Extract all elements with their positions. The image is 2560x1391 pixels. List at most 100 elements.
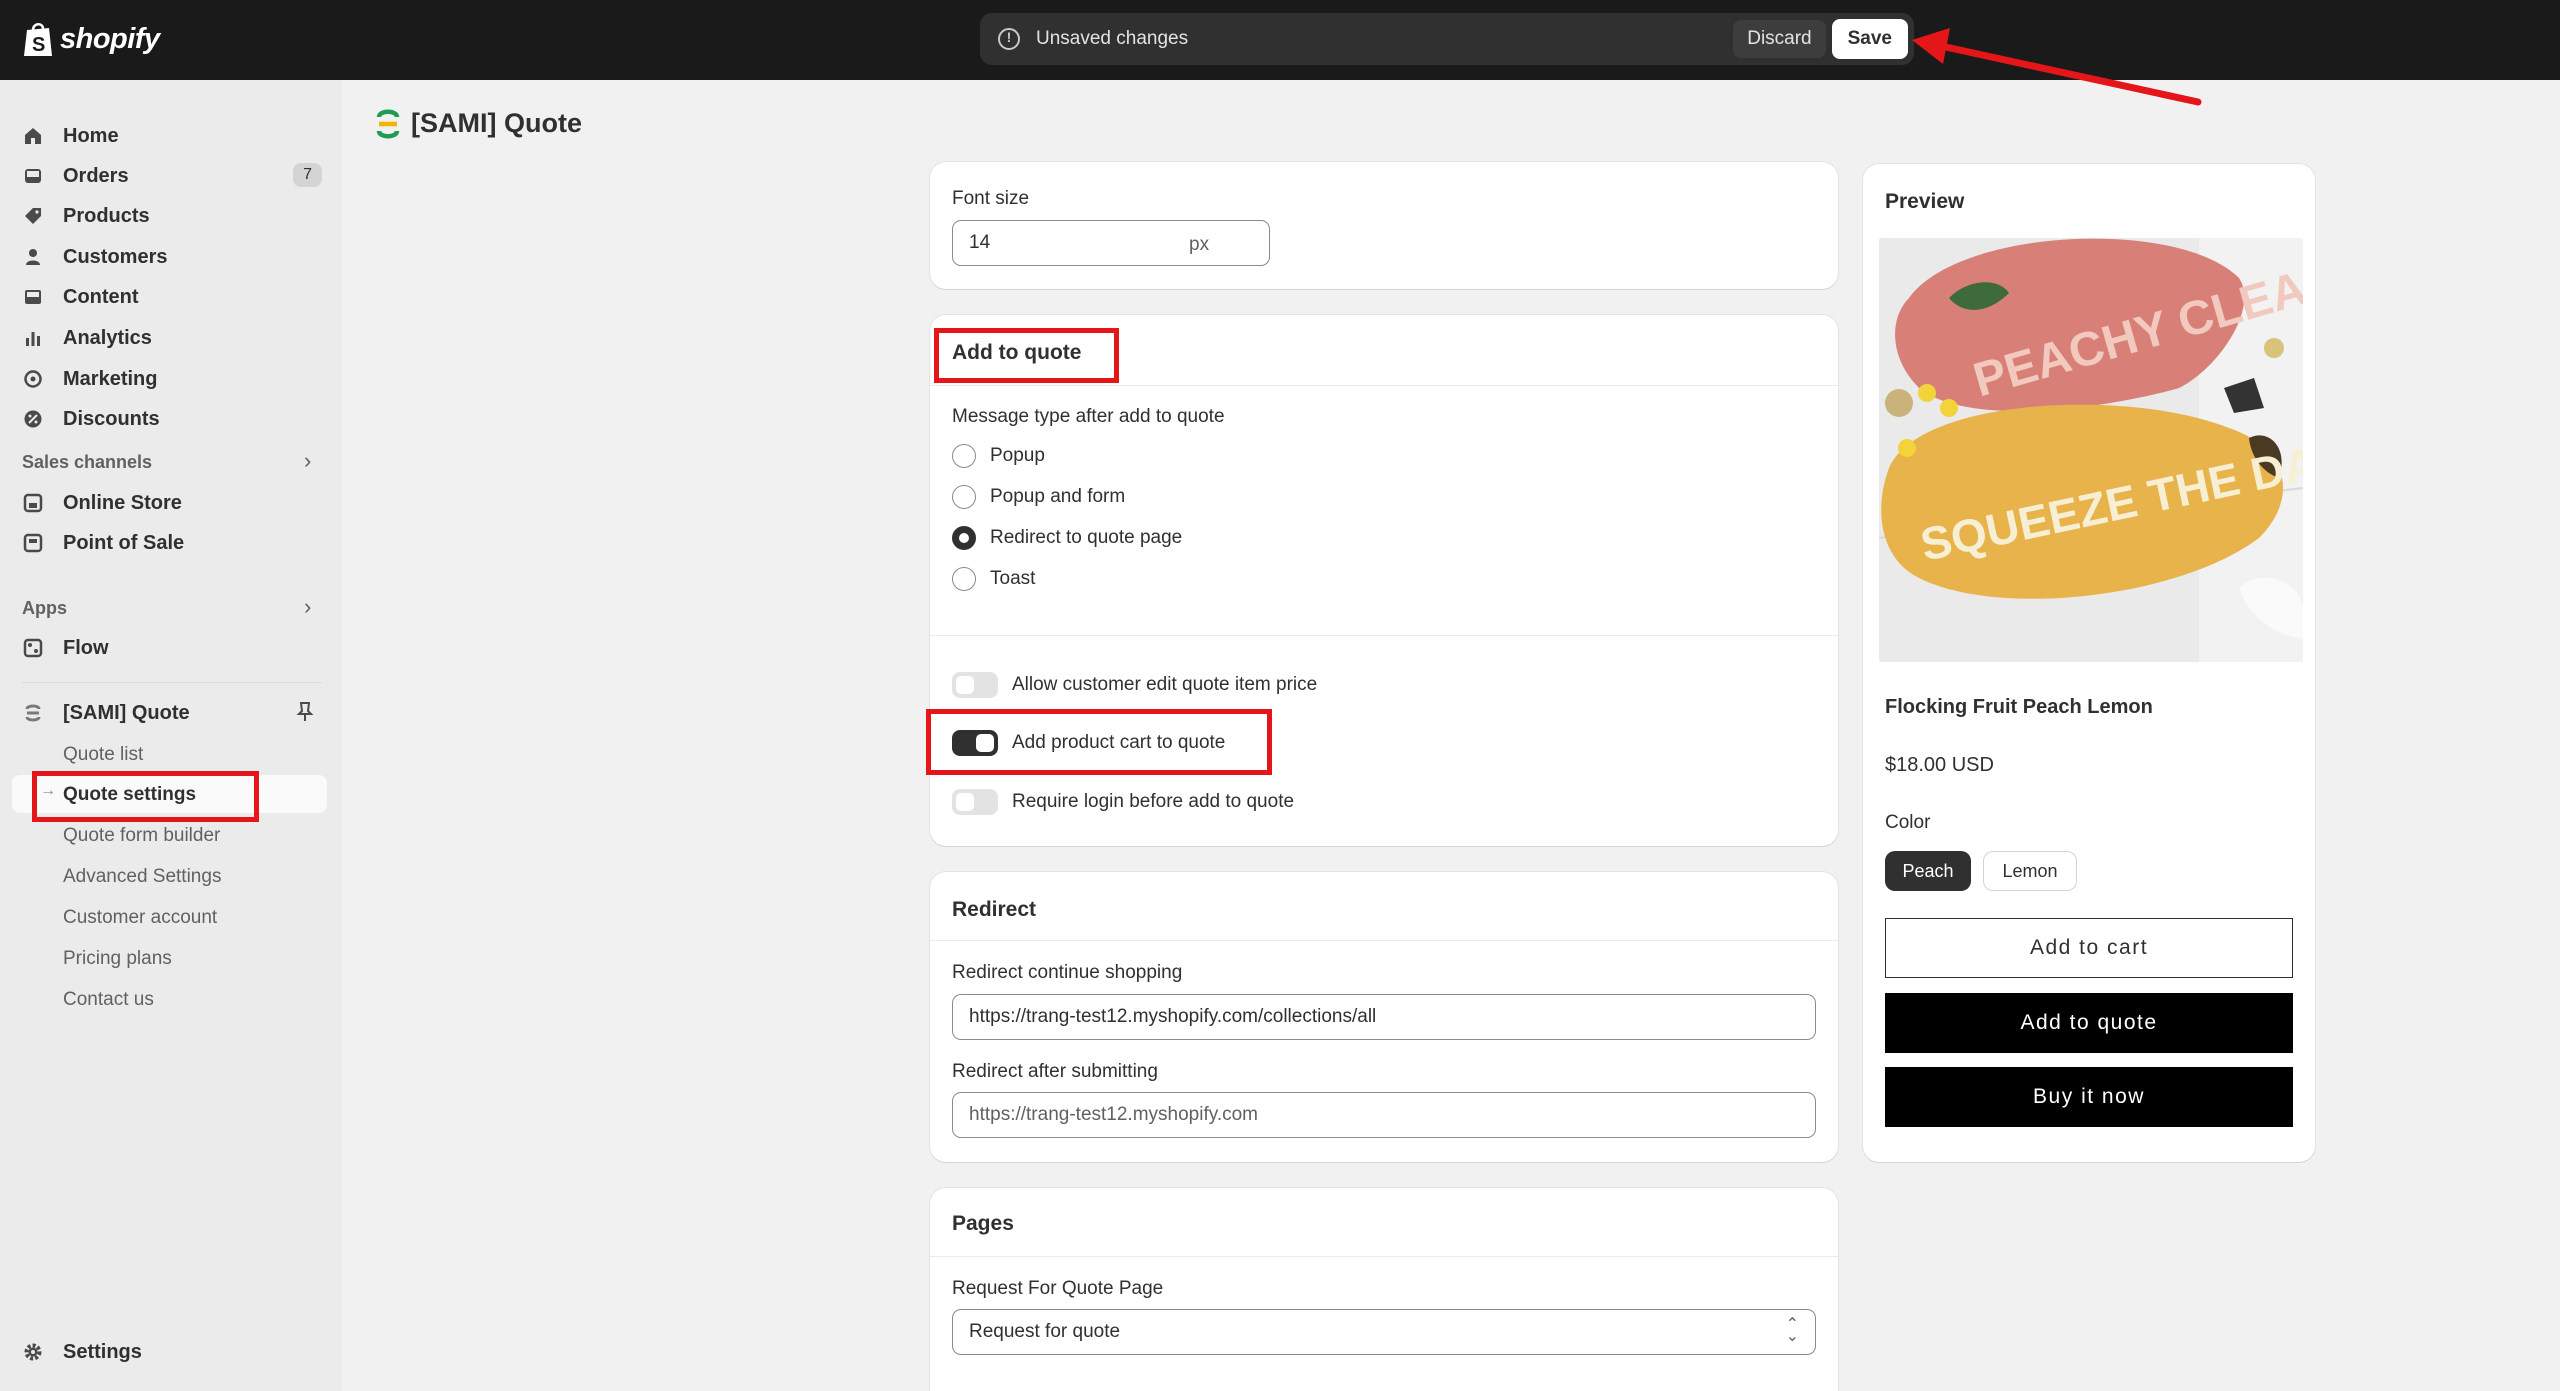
font-size-card: Font size 14 px — [930, 162, 1838, 289]
redirect-title: Redirect — [952, 898, 1037, 921]
radio-toast[interactable]: Toast — [952, 567, 1035, 591]
sidebar-item-label: [SAMI] Quote — [63, 701, 190, 724]
store-icon — [22, 492, 44, 514]
sidebar-subitem-quote-form-builder[interactable]: Quote form builder — [63, 825, 220, 847]
sidebar-subitem-pricing-plans[interactable]: Pricing plans — [63, 948, 172, 970]
buy-it-now-button[interactable]: Buy it now — [1885, 1067, 2293, 1127]
radio-label: Redirect to quote page — [990, 527, 1183, 548]
card-divider — [930, 1256, 1838, 1257]
toggle-switch-on[interactable] — [952, 730, 998, 756]
shopify-bag-icon: S — [24, 23, 52, 56]
radio-label: Toast — [990, 568, 1036, 589]
page-title-text: [SAMI] Quote — [411, 108, 582, 138]
brand-wordmark: shopify — [60, 22, 160, 55]
sidebar-item-content[interactable]: Content — [22, 278, 322, 316]
sidebar-item-point-of-sale[interactable]: Point of Sale — [22, 524, 322, 562]
card-divider — [930, 635, 1838, 636]
radio-button[interactable] — [952, 444, 976, 468]
add-to-quote-button[interactable]: Add to quote — [1885, 993, 2293, 1053]
apps-heading[interactable]: Apps — [22, 598, 67, 619]
sidebar-subitem-customer-account[interactable]: Customer account — [63, 907, 217, 929]
sidebar-subitem-advanced-settings[interactable]: Advanced Settings — [63, 866, 221, 888]
sidebar-item-products[interactable]: Products — [22, 197, 322, 235]
font-size-value: 14 — [969, 232, 991, 253]
shopify-logo[interactable]: S shopify — [22, 20, 160, 58]
orders-count-badge: 7 — [293, 163, 322, 187]
target-icon — [22, 368, 44, 390]
radio-button[interactable] — [952, 567, 976, 591]
sidebar-item-customers[interactable]: Customers — [22, 238, 322, 276]
sami-quote-logo-icon — [376, 109, 400, 138]
message-type-label: Message type after add to quote — [952, 406, 1225, 427]
discount-icon — [22, 408, 44, 430]
save-button[interactable]: Save — [1831, 19, 1908, 59]
preview-card: Preview PEACHY CLEAN SQUEEZE THE DAY Flo… — [1863, 164, 2315, 1162]
request-for-quote-page-value: Request for quote — [969, 1321, 1121, 1342]
sidebar-item-label: Orders — [63, 164, 129, 187]
select-chevrons-icon: ⌃ ⌄ — [1785, 1316, 1799, 1345]
card-divider — [930, 940, 1838, 941]
chevron-right-icon[interactable]: › — [304, 594, 311, 620]
toggle-switch[interactable] — [952, 789, 998, 815]
sidebar-item-label: Point of Sale — [63, 531, 185, 554]
sidebar-item-settings[interactable]: Settings — [22, 1333, 322, 1371]
redirect-continue-input[interactable]: https://trang-test12.myshopify.com/colle… — [952, 994, 1816, 1040]
pos-icon — [22, 532, 44, 554]
flow-icon — [22, 637, 44, 659]
sidebar-item-label: Marketing — [63, 367, 158, 390]
gear-icon — [22, 1341, 44, 1363]
redirect-card: Redirect Redirect continue shopping http… — [930, 872, 1838, 1162]
redirect-after-placeholder: https://trang-test12.myshopify.com — [969, 1104, 1258, 1125]
sidebar-item-discounts[interactable]: Discounts — [22, 400, 322, 438]
redirect-after-label: Redirect after submitting — [952, 1061, 1158, 1082]
toggle-row-add-product-cart[interactable]: Add product cart to quote — [952, 730, 1225, 756]
radio-label: Popup and form — [990, 486, 1126, 507]
discard-button[interactable]: Discard — [1733, 20, 1826, 58]
sidebar-item-label: Content — [63, 285, 139, 308]
sales-channels-heading[interactable]: Sales channels — [22, 452, 152, 473]
sidebar-divider — [22, 682, 322, 683]
add-to-cart-button[interactable]: Add to cart — [1885, 918, 2293, 978]
toggle-label: Allow customer edit quote item price — [1012, 674, 1318, 695]
sidebar-item-orders[interactable]: Orders 7 — [22, 157, 322, 195]
toggle-label: Require login before add to quote — [1012, 791, 1295, 812]
pin-icon[interactable] — [296, 701, 314, 729]
redirect-after-input[interactable]: https://trang-test12.myshopify.com — [952, 1092, 1816, 1138]
svg-text:S: S — [32, 34, 45, 56]
color-option-peach[interactable]: Peach — [1885, 851, 1971, 891]
sidebar-item-analytics[interactable]: Analytics — [22, 319, 322, 357]
sidebar-item-flow[interactable]: Flow — [22, 629, 322, 667]
sidebar-item-home[interactable]: Home — [22, 117, 322, 155]
product-name: Flocking Fruit Peach Lemon — [1885, 696, 2153, 718]
font-size-unit: px — [1189, 234, 1210, 255]
sidebar-item-label: Discounts — [63, 407, 160, 430]
color-option-lemon[interactable]: Lemon — [1983, 851, 2077, 891]
sidebar-item-marketing[interactable]: Marketing — [22, 360, 322, 398]
sidebar-item-label: Online Store — [63, 491, 182, 514]
add-to-quote-card: Add to quote Message type after add to q… — [930, 315, 1838, 846]
add-to-quote-title: Add to quote — [952, 341, 1082, 364]
info-icon — [998, 28, 1020, 50]
toggle-row-allow-edit-price[interactable]: Allow customer edit quote item price — [952, 672, 1317, 698]
radio-popup-and-form[interactable]: Popup and form — [952, 485, 1125, 509]
pages-card: Pages Request For Quote Page Request for… — [930, 1188, 1838, 1391]
sidebar-item-sami-quote[interactable]: [SAMI] Quote — [22, 694, 322, 732]
sidebar-subitem-quote-list[interactable]: Quote list — [63, 744, 143, 766]
toggle-row-require-login[interactable]: Require login before add to quote — [952, 789, 1294, 815]
radio-button[interactable] — [952, 485, 976, 509]
toggle-switch[interactable] — [952, 672, 998, 698]
sidebar-subitem-contact-us[interactable]: Contact us — [63, 989, 154, 1011]
unsaved-changes-bar: Unsaved changes Discard Save — [980, 13, 1914, 65]
sidebar-item-online-store[interactable]: Online Store — [22, 484, 322, 522]
radio-popup[interactable]: Popup — [952, 444, 1045, 468]
chevron-right-icon[interactable]: › — [304, 448, 311, 474]
preview-title: Preview — [1885, 190, 1965, 213]
arrow-right-icon: → — [40, 782, 56, 799]
page-title: [SAMI] Quote — [375, 108, 582, 139]
radio-button-selected[interactable] — [952, 526, 976, 550]
request-for-quote-page-select[interactable]: Request for quote ⌃ ⌄ — [952, 1309, 1816, 1355]
sidebar-subitem-quote-settings[interactable]: Quote settings — [63, 784, 196, 806]
font-size-input[interactable]: 14 — [952, 220, 1270, 266]
inbox-icon — [22, 165, 44, 187]
radio-redirect-to-quote-page[interactable]: Redirect to quote page — [952, 526, 1182, 550]
